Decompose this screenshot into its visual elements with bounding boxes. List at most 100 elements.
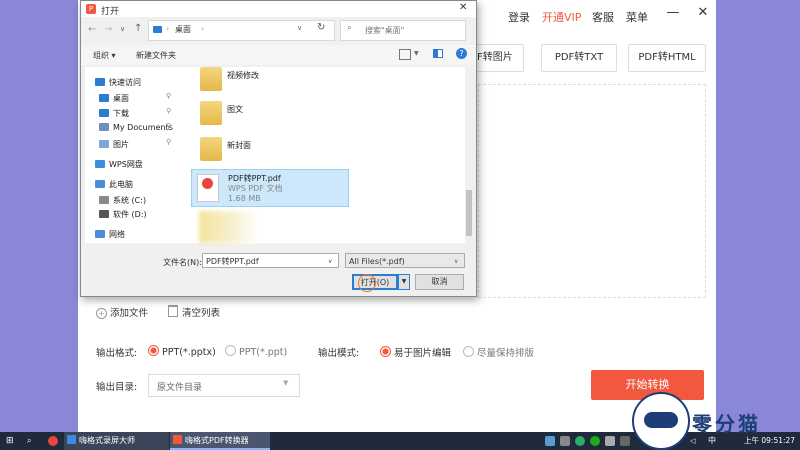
customer-service-link[interactable]: 客服 (592, 9, 614, 25)
nav-item-label: 软件 (D:) (113, 210, 147, 219)
wechat-icon[interactable] (575, 436, 585, 446)
download-icon (99, 109, 109, 117)
login-link[interactable]: 登录 (508, 9, 530, 25)
radio-checked-icon (380, 346, 391, 357)
chevron-down-icon[interactable]: ∨ (454, 254, 458, 269)
nav-item[interactable]: 图片 (99, 139, 129, 150)
desktop-icon (153, 26, 162, 33)
clear-list-button[interactable]: 清空列表 (168, 305, 220, 319)
radio-unchecked-icon (463, 346, 474, 357)
folder-icon[interactable] (200, 67, 222, 91)
view-options-icon[interactable] (399, 49, 411, 60)
tray-app-icon[interactable] (620, 436, 630, 446)
open-options-dropdown[interactable]: ▼ (398, 274, 410, 290)
close-icon[interactable]: ✕ (459, 2, 467, 13)
tab-pdf-to-html[interactable]: PDF转HTML (628, 44, 706, 72)
dialog-toolbar: 组织 ▾ 新建文件夹 ▼ ? (81, 45, 476, 65)
menu-link[interactable]: 菜单 (626, 9, 648, 25)
filetype-select[interactable]: All Files(*.pdf) ∨ (345, 253, 465, 268)
cat-face-icon (644, 412, 678, 428)
scrollbar-thumb[interactable] (466, 190, 472, 236)
radio-unchecked-icon (225, 345, 236, 356)
nav-item-label: 此电脑 (109, 180, 133, 189)
nav-item-label: WPS网盘 (109, 160, 143, 169)
wechat-icon[interactable] (590, 436, 600, 446)
nav-item-label: My Documents (113, 123, 173, 132)
chevron-down-icon[interactable]: ∨ (120, 25, 125, 33)
cloud-icon (95, 160, 105, 168)
file-item-name[interactable]: 图文 (227, 104, 243, 115)
nav-item[interactable]: WPS网盘 (95, 159, 143, 170)
organize-button[interactable]: 组织 ▾ (93, 50, 116, 61)
file-drop-area[interactable] (478, 84, 706, 298)
tray-app-icon[interactable] (560, 436, 570, 446)
selected-file-row[interactable]: PDF转PPT.pdf WPS PDF 文档 1.68 MB (191, 169, 349, 207)
scrollbar[interactable] (465, 67, 473, 243)
format-option-pptx[interactable]: PPT(*.pptx) (148, 345, 216, 358)
nav-item[interactable]: 此电脑 (95, 179, 133, 190)
dialog-title: 打开 (101, 7, 120, 17)
nav-item[interactable]: 网络 (95, 229, 125, 240)
search-icon[interactable]: ⌕ (27, 432, 31, 450)
vip-link[interactable]: 开通VIP (542, 9, 581, 25)
mode-option-image-edit[interactable]: 易于图片编辑 (380, 345, 451, 359)
close-button[interactable]: ✕ (696, 6, 710, 20)
file-item-name[interactable]: 新封面 (227, 140, 251, 151)
nav-item[interactable]: 系统 (C:) (99, 195, 146, 206)
tab-pdf-to-txt[interactable]: PDF转TXT (541, 44, 617, 72)
document-icon (99, 123, 109, 131)
output-format-label: 输出格式: (96, 348, 138, 359)
selected-file-size: 1.68 MB (228, 194, 261, 203)
pin-icon: ⚲ (166, 122, 172, 130)
chevron-down-icon: ▼ (401, 278, 407, 285)
filename-input[interactable]: PDF转PPT.pdf ∨ (202, 253, 339, 268)
tray-app-icon[interactable] (545, 436, 555, 446)
up-arrow-icon[interactable]: ↑ (134, 23, 142, 34)
nav-item[interactable]: My Documents (99, 123, 173, 132)
search-icon: ⌕ (347, 23, 353, 33)
folder-icon[interactable] (200, 101, 222, 125)
search-placeholder: 搜索"桌面" (365, 26, 405, 35)
refresh-icon[interactable]: ↻ (317, 22, 325, 33)
network-icon (95, 230, 105, 238)
nav-item-label: 网络 (109, 230, 125, 239)
new-folder-button[interactable]: 新建文件夹 (136, 50, 176, 61)
preview-pane-icon[interactable] (433, 49, 443, 58)
taskbar-app-pdf-converter[interactable]: 嗨格式PDF转换器 (170, 432, 270, 450)
file-item-name[interactable]: 视频修改 (227, 70, 259, 81)
cancel-button[interactable]: 取消 (415, 274, 464, 290)
chevron-down-icon[interactable]: ▼ (414, 50, 419, 57)
mode-option-keep-layout[interactable]: 尽量保持排版 (463, 345, 534, 359)
taskbar-app-recorder[interactable]: 嗨格式录屏大师 (64, 432, 169, 450)
dialog-titlebar: P 打开 ✕ (81, 1, 476, 17)
nav-item[interactable]: 下载 (99, 108, 129, 119)
output-dir-select[interactable]: 原文件目录 ▼ (148, 374, 300, 397)
nav-item[interactable]: 桌面 (99, 93, 129, 104)
drive-icon (99, 196, 109, 204)
nav-item[interactable]: 软件 (D:) (99, 209, 147, 220)
address-bar[interactable]: › 桌面 › ∨ ↻ (148, 20, 335, 41)
format-option-ppt[interactable]: PPT(*.ppt) (225, 345, 287, 358)
pin-icon: ⚲ (166, 92, 172, 100)
forward-arrow-icon[interactable]: → (104, 24, 112, 35)
tray-app-icon[interactable] (605, 436, 615, 446)
folder-icon[interactable] (200, 137, 222, 161)
pin-icon: ⚲ (166, 138, 172, 146)
minimize-button[interactable]: — (666, 6, 680, 20)
chevron-down-icon[interactable]: ∨ (297, 24, 302, 32)
chevron-down-icon[interactable]: ∨ (328, 254, 332, 269)
nav-item-label: 快速访问 (109, 78, 141, 87)
blurred-file-item[interactable] (199, 211, 259, 243)
search-input[interactable]: ⌕ 搜索"桌面" (340, 20, 466, 41)
back-arrow-icon[interactable]: ← (88, 24, 96, 35)
computer-icon (95, 180, 105, 188)
mouse-cursor-highlight (358, 274, 376, 292)
nav-item[interactable]: 快速访问 (95, 77, 141, 88)
windows-start-icon[interactable]: ⊞ (6, 432, 14, 450)
pictures-icon (99, 140, 109, 148)
desktop-icon (99, 94, 109, 102)
help-icon[interactable]: ? (456, 48, 467, 59)
chrome-icon[interactable] (48, 436, 58, 446)
nav-item-label: 系统 (C:) (113, 196, 147, 205)
add-file-button[interactable]: + 添加文件 (96, 305, 148, 319)
